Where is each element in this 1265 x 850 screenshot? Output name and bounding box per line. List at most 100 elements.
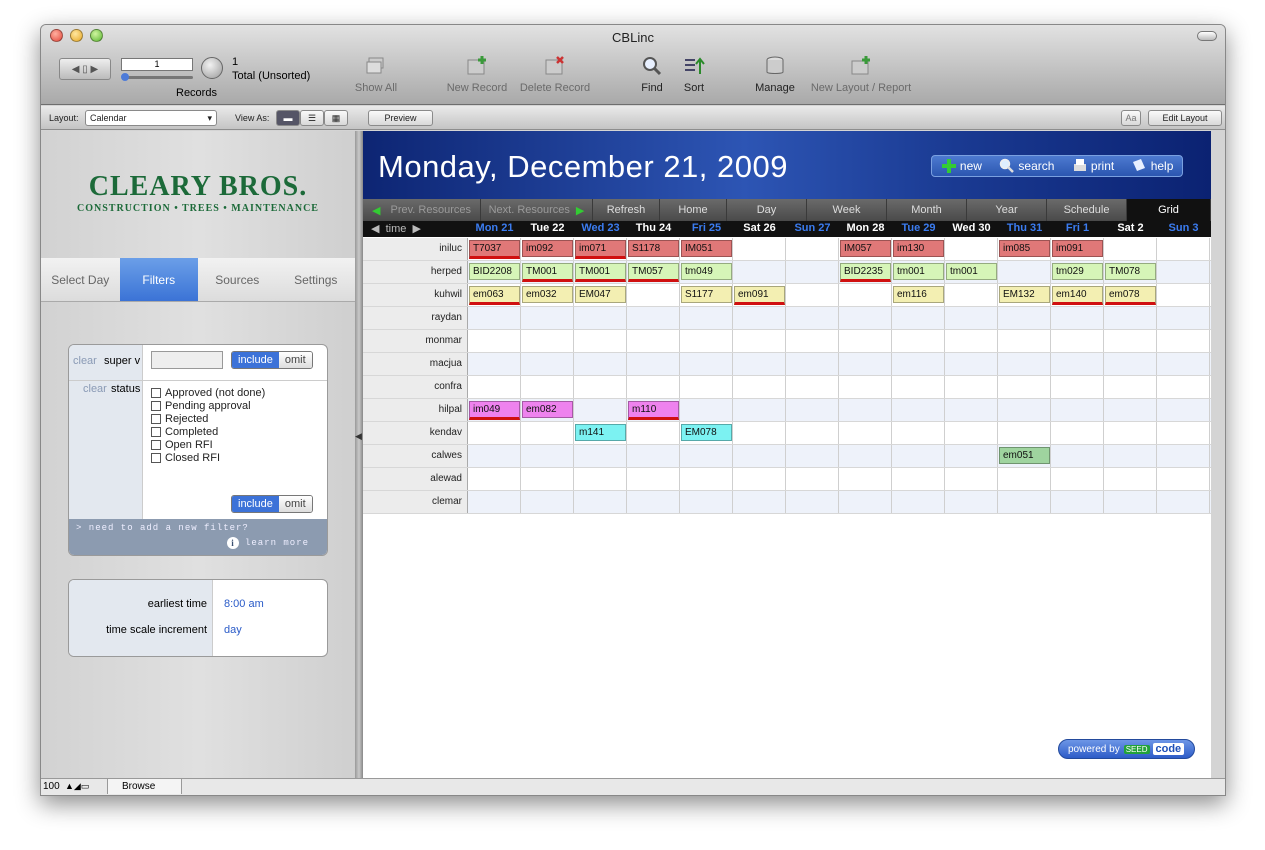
grid-cell[interactable]: [1104, 422, 1157, 444]
grid-cell[interactable]: [521, 445, 574, 467]
grid-cell[interactable]: [468, 376, 521, 398]
grid-cell[interactable]: [839, 307, 892, 329]
grid-cell[interactable]: [574, 468, 627, 490]
new-record-button[interactable]: New Record: [443, 55, 511, 94]
toolbar-toggle-button[interactable]: [1197, 31, 1217, 41]
resource-name[interactable]: herped: [363, 261, 468, 283]
grid-cell[interactable]: [892, 353, 945, 375]
status-include-omit-toggle[interactable]: include omit: [231, 495, 313, 513]
record-slider[interactable]: [121, 73, 193, 81]
zoom-controls-icon[interactable]: ▲◢▭: [65, 781, 89, 792]
grid-cell[interactable]: [680, 399, 733, 421]
grid-cell[interactable]: [468, 330, 521, 352]
grid-cell[interactable]: [1104, 491, 1157, 513]
resource-name[interactable]: alewad: [363, 468, 468, 490]
grid-cell[interactable]: [468, 491, 521, 513]
grid-cell[interactable]: [627, 422, 680, 444]
status-checkbox[interactable]: Completed: [151, 425, 265, 438]
manage-button[interactable]: Manage: [753, 55, 797, 94]
view-as-form-button[interactable]: ▬: [276, 110, 300, 126]
preview-button[interactable]: Preview: [368, 110, 433, 126]
show-all-button[interactable]: Show All: [351, 55, 401, 94]
grid-cell[interactable]: [839, 422, 892, 444]
event-item[interactable]: TM001: [575, 263, 626, 282]
grid-cell[interactable]: [892, 330, 945, 352]
event-item[interactable]: BID2208: [469, 263, 520, 280]
grid-cell[interactable]: [786, 307, 839, 329]
edit-layout-button[interactable]: Edit Layout: [1148, 110, 1222, 126]
day-header[interactable]: Mon 28: [839, 222, 892, 234]
tab-select-day[interactable]: Select Day: [41, 258, 120, 301]
event-item[interactable]: EM047: [575, 286, 626, 303]
grid-cell[interactable]: [1157, 422, 1210, 444]
grid-cell[interactable]: [627, 307, 680, 329]
grid-cell[interactable]: [839, 376, 892, 398]
grid-cell[interactable]: [1157, 261, 1210, 283]
event-item[interactable]: em063: [469, 286, 520, 305]
grid-cell[interactable]: [786, 445, 839, 467]
find-button[interactable]: Find: [637, 55, 667, 94]
grid-cell[interactable]: [1157, 353, 1210, 375]
grid-cell[interactable]: [521, 491, 574, 513]
event-item[interactable]: EM078: [681, 424, 732, 441]
grid-cell[interactable]: [733, 468, 786, 490]
grid-cell[interactable]: [1104, 330, 1157, 352]
grid-cell[interactable]: [786, 330, 839, 352]
grid-cell[interactable]: [1051, 353, 1104, 375]
grid-cell[interactable]: [945, 330, 998, 352]
sidebar-splitter[interactable]: ◀: [355, 131, 363, 780]
event-item[interactable]: EM132: [999, 286, 1050, 303]
earliest-time-value[interactable]: 8:00 am: [224, 598, 264, 610]
grid-cell[interactable]: [1157, 445, 1210, 467]
year-view-button[interactable]: Year: [967, 199, 1047, 221]
grid-cell[interactable]: [1157, 491, 1210, 513]
grid-cell[interactable]: [1051, 445, 1104, 467]
grid-cell[interactable]: [839, 353, 892, 375]
grid-cell[interactable]: [680, 307, 733, 329]
resource-name[interactable]: calwes: [363, 445, 468, 467]
grid-cell[interactable]: [945, 376, 998, 398]
grid-cell[interactable]: [574, 491, 627, 513]
schedule-view-button[interactable]: Schedule: [1047, 199, 1127, 221]
super-filter-input[interactable]: [151, 351, 223, 369]
event-item[interactable]: TM057: [628, 263, 679, 282]
grid-cell[interactable]: [680, 445, 733, 467]
help-button[interactable]: help: [1131, 158, 1173, 174]
grid-cell[interactable]: [574, 307, 627, 329]
day-header[interactable]: Tue 29: [892, 222, 945, 234]
grid-cell[interactable]: [733, 376, 786, 398]
omit-button[interactable]: omit: [278, 352, 312, 368]
day-header[interactable]: Mon 21: [468, 222, 521, 234]
grid-cell[interactable]: [945, 445, 998, 467]
clear-super-link[interactable]: clear: [73, 355, 97, 367]
resource-name[interactable]: raydan: [363, 307, 468, 329]
grid-cell[interactable]: [627, 284, 680, 306]
tab-sources[interactable]: Sources: [198, 258, 277, 301]
grid-cell[interactable]: [892, 422, 945, 444]
grid-cell[interactable]: [680, 353, 733, 375]
sort-button[interactable]: Sort: [679, 55, 709, 94]
grid-cell[interactable]: [574, 445, 627, 467]
event-item[interactable]: em116: [893, 286, 944, 303]
grid-cell[interactable]: [733, 422, 786, 444]
status-checkbox[interactable]: Rejected: [151, 412, 265, 425]
collapse-arrow-icon[interactable]: ◀: [355, 431, 362, 442]
event-item[interactable]: im130: [893, 240, 944, 257]
resource-name[interactable]: iniluc: [363, 238, 468, 260]
grid-cell[interactable]: [945, 491, 998, 513]
slider-thumb[interactable]: [121, 73, 129, 81]
grid-cell[interactable]: [733, 238, 786, 260]
grid-cell[interactable]: [892, 491, 945, 513]
event-item[interactable]: im049: [469, 401, 520, 420]
month-view-button[interactable]: Month: [887, 199, 967, 221]
grid-cell[interactable]: [998, 330, 1051, 352]
event-item[interactable]: tm049: [681, 263, 732, 280]
event-item[interactable]: TM001: [522, 263, 573, 282]
resource-name[interactable]: kendav: [363, 422, 468, 444]
grid-view-button[interactable]: Grid: [1127, 199, 1211, 221]
prev-resources-button[interactable]: ◀ Prev. Resources: [363, 199, 481, 221]
grid-cell[interactable]: [627, 330, 680, 352]
next-resources-button[interactable]: Next. Resources ▶: [481, 199, 593, 221]
grid-cell[interactable]: [892, 399, 945, 421]
grid-cell[interactable]: [945, 399, 998, 421]
